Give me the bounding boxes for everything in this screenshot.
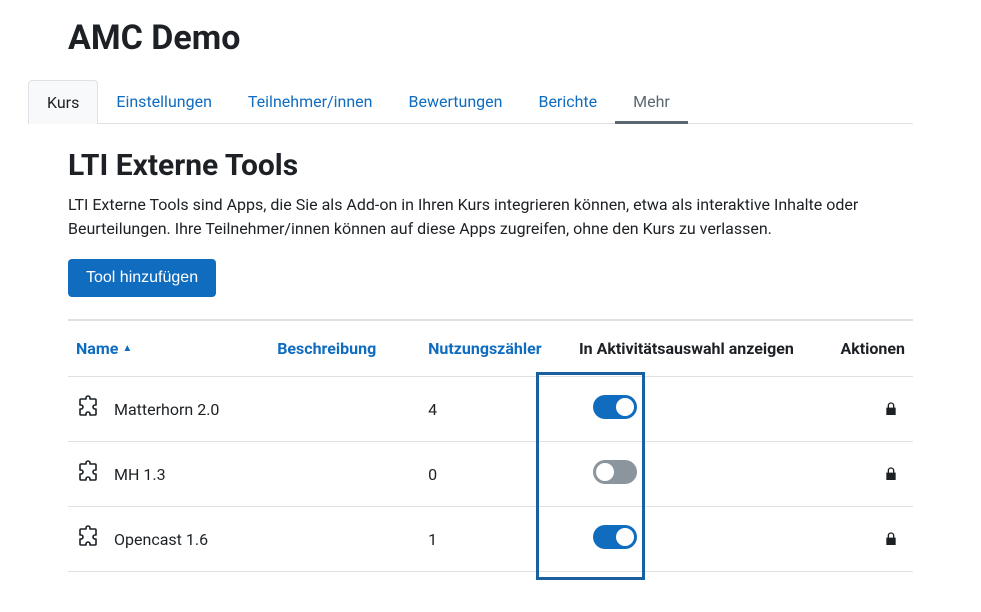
tool-name: Matterhorn 2.0 (114, 400, 219, 419)
table-row: MH 1.3 0 (68, 442, 913, 507)
lock-button[interactable] (877, 395, 905, 423)
tool-usage: 4 (420, 377, 571, 442)
tab-berichte[interactable]: Berichte (520, 80, 615, 123)
course-title: AMC Demo (68, 18, 953, 58)
add-tool-button[interactable]: Tool hinzufügen (68, 259, 216, 297)
col-header-description[interactable]: Beschreibung (269, 320, 420, 377)
tool-description (269, 442, 420, 507)
tool-description (269, 377, 420, 442)
section-description: LTI Externe Tools sind Apps, die Sie als… (68, 193, 913, 241)
tool-description (269, 507, 420, 572)
col-header-show: In Aktivitätsauswahl anzeigen (571, 320, 812, 377)
table-row: Matterhorn 2.0 4 (68, 377, 913, 442)
lock-icon (883, 401, 899, 417)
col-header-usage[interactable]: Nutzungszähler (420, 320, 571, 377)
tab-einstellungen[interactable]: Einstellungen (98, 80, 230, 123)
col-header-name-label: Name (76, 339, 118, 358)
col-header-name[interactable]: Name ▲ (68, 320, 269, 377)
page-title: LTI Externe Tools (68, 148, 913, 183)
lock-icon (883, 531, 899, 547)
lock-icon (883, 466, 899, 482)
puzzle-icon (76, 395, 100, 423)
tool-name: MH 1.3 (114, 465, 166, 484)
col-header-actions: Aktionen (812, 320, 913, 377)
sort-asc-icon: ▲ (122, 343, 132, 354)
tab-teilnehmer[interactable]: Teilnehmer/innen (230, 80, 391, 123)
tab-mehr[interactable]: Mehr (615, 80, 688, 123)
tool-name: Opencast 1.6 (114, 530, 208, 549)
tab-bewertungen[interactable]: Bewertungen (391, 80, 521, 123)
course-tabs: Kurs Einstellungen Teilnehmer/innen Bewe… (28, 80, 913, 124)
lock-button[interactable] (877, 525, 905, 553)
tab-kurs[interactable]: Kurs (28, 80, 98, 124)
tool-usage: 1 (420, 507, 571, 572)
show-toggle[interactable] (593, 525, 637, 549)
tool-usage: 0 (420, 442, 571, 507)
puzzle-icon (76, 460, 100, 488)
show-toggle[interactable] (593, 395, 637, 419)
tools-table: Name ▲ Beschreibung Nutzungszähler In Akt… (68, 319, 913, 572)
lock-button[interactable] (877, 460, 905, 488)
show-toggle[interactable] (593, 460, 637, 484)
table-row: Opencast 1.6 1 (68, 507, 913, 572)
puzzle-icon (76, 525, 100, 553)
